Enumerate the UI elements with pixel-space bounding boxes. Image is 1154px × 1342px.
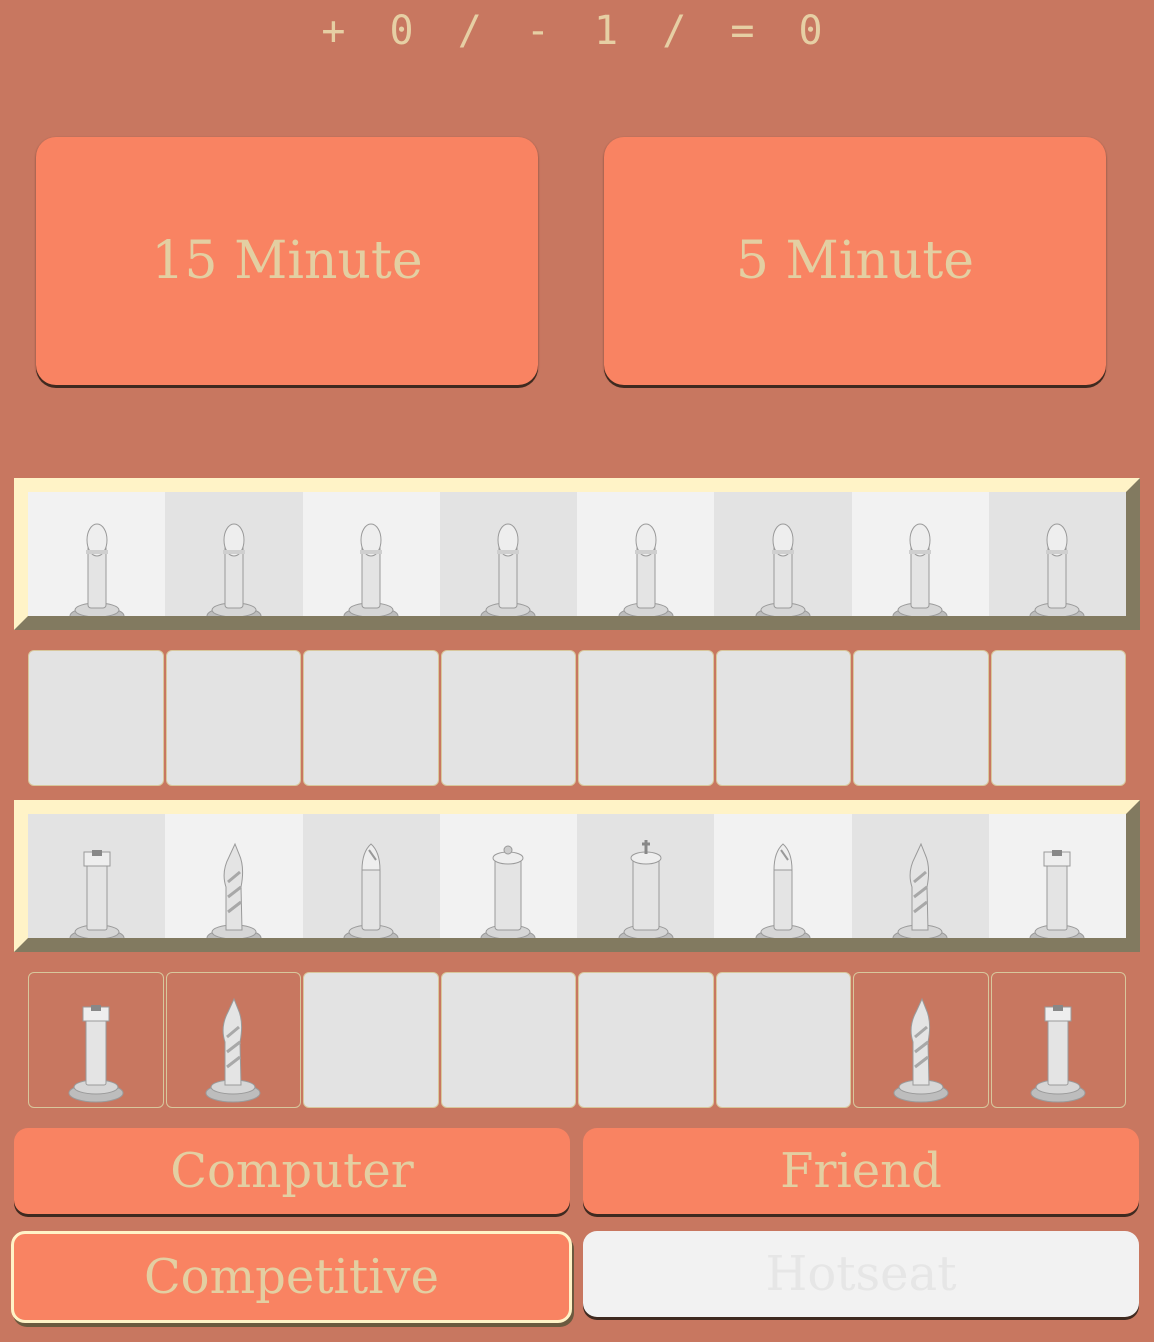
back-rank-tray — [14, 800, 1140, 952]
captured-slot — [440, 650, 576, 786]
pawn-icon — [892, 523, 948, 626]
knight-icon — [892, 842, 948, 948]
captured-slot — [715, 650, 851, 786]
captured-slot[interactable] — [990, 972, 1126, 1108]
captured-slot — [990, 650, 1126, 786]
knight-icon — [893, 997, 949, 1103]
captured-slots-bottom — [28, 972, 1126, 1108]
computer-button[interactable]: Computer — [14, 1128, 570, 1214]
square[interactable] — [714, 492, 852, 630]
captured-slot[interactable] — [165, 972, 301, 1108]
pawn-icon — [69, 523, 125, 626]
square[interactable] — [439, 814, 577, 952]
pawn-row — [28, 492, 1126, 630]
rook-icon — [1030, 1005, 1086, 1103]
square[interactable] — [165, 814, 303, 952]
hotseat-button[interactable]: Hotseat — [583, 1231, 1139, 1317]
pawn-icon — [343, 523, 399, 626]
score-readout: + 0 / - 1 / = 0 — [321, 8, 833, 54]
square[interactable] — [302, 492, 440, 630]
square[interactable] — [165, 492, 303, 630]
rook-icon — [68, 1005, 124, 1103]
square[interactable] — [577, 814, 715, 952]
queen-icon — [480, 845, 536, 948]
captured-slot — [303, 972, 439, 1108]
square[interactable] — [714, 814, 852, 952]
captured-slot — [440, 972, 576, 1108]
captured-slot — [28, 650, 164, 786]
square[interactable] — [302, 814, 440, 952]
bishop-icon — [343, 843, 399, 948]
rook-icon — [69, 850, 125, 948]
captured-slot — [303, 650, 439, 786]
captured-slot — [853, 650, 989, 786]
time-5-minute-button[interactable]: 5 Minute — [604, 137, 1106, 385]
square[interactable] — [851, 492, 989, 630]
time-15-minute-button[interactable]: 15 Minute — [36, 137, 538, 385]
captured-slot — [715, 972, 851, 1108]
pawn-icon — [206, 523, 262, 626]
friend-button[interactable]: Friend — [583, 1128, 1139, 1214]
back-rank-row — [28, 814, 1126, 952]
square[interactable] — [577, 492, 715, 630]
square[interactable] — [851, 814, 989, 952]
pawn-icon — [618, 523, 674, 626]
square[interactable] — [988, 814, 1126, 952]
captured-slot[interactable] — [28, 972, 164, 1108]
knight-icon — [205, 997, 261, 1103]
pawn-icon — [1029, 523, 1085, 626]
pawn-icon — [755, 523, 811, 626]
king-icon — [618, 840, 674, 948]
captured-slot — [578, 650, 714, 786]
rook-icon — [1029, 850, 1085, 948]
square[interactable] — [28, 814, 166, 952]
square[interactable] — [439, 492, 577, 630]
competitive-button[interactable]: Competitive — [11, 1231, 572, 1323]
bishop-icon — [755, 843, 811, 948]
square[interactable] — [988, 492, 1126, 630]
captured-slot — [578, 972, 714, 1108]
square[interactable] — [28, 492, 166, 630]
captured-slots-top — [28, 650, 1126, 786]
pawn-tray — [14, 478, 1140, 630]
captured-slot[interactable] — [853, 972, 989, 1108]
knight-icon — [206, 842, 262, 948]
captured-slot — [165, 650, 301, 786]
pawn-icon — [480, 523, 536, 626]
